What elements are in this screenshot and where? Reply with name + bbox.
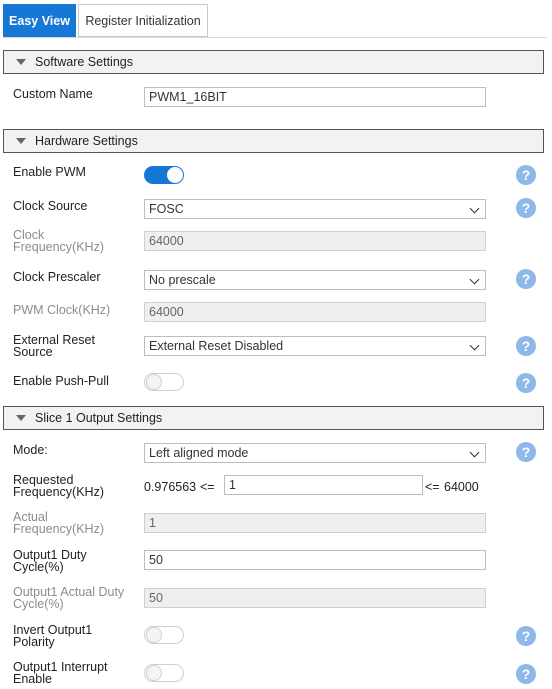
external-reset-select[interactable]: External Reset Disabled	[144, 336, 486, 356]
actual-frequency-label-line2: Frequency(KHz)	[13, 522, 104, 536]
chevron-down-icon	[469, 274, 480, 285]
help-icon[interactable]: ?	[516, 198, 536, 218]
clock-prescaler-select[interactable]: No prescale	[144, 270, 486, 290]
duty-cycle-label-line2: Cycle(%)	[13, 560, 64, 574]
clock-frequency-label-line2: Frequency(KHz)	[13, 240, 104, 254]
requested-frequency-le2: <=	[425, 480, 440, 494]
invert-polarity-toggle[interactable]	[144, 626, 184, 644]
section-title: Slice 1 Output Settings	[35, 411, 163, 425]
chevron-down-icon	[469, 340, 480, 351]
view-tabs: Easy View Register Initialization	[3, 4, 208, 37]
tab-easy-view[interactable]: Easy View	[3, 4, 76, 37]
help-icon[interactable]: ?	[516, 664, 536, 684]
duty-cycle-input[interactable]: 50	[144, 550, 486, 570]
pwm-clock-field: 64000	[144, 302, 486, 322]
actual-duty-label-line2: Cycle(%)	[13, 597, 64, 611]
enable-pwm-toggle[interactable]	[144, 166, 184, 184]
select-value: External Reset Disabled	[149, 339, 284, 353]
mode-label: Mode:	[13, 443, 48, 457]
mode-select[interactable]: Left aligned mode	[144, 443, 486, 463]
hardware-settings-header[interactable]: Hardware Settings	[3, 129, 544, 153]
enable-pwm-label: Enable PWM	[13, 165, 86, 179]
requested-frequency-le1: <=	[200, 480, 215, 494]
help-icon[interactable]: ?	[516, 626, 536, 646]
chevron-down-icon	[469, 447, 480, 458]
custom-name-label: Custom Name	[13, 87, 93, 101]
external-reset-label-line2: Source	[13, 345, 53, 359]
push-pull-toggle[interactable]	[144, 373, 184, 391]
help-icon[interactable]: ?	[516, 336, 536, 356]
triangle-down-icon	[16, 415, 26, 421]
toggle-knob	[146, 374, 162, 390]
clock-source-select[interactable]: FOSC	[144, 199, 486, 219]
invert-polarity-label-line2: Polarity	[13, 635, 55, 649]
actual-duty-field: 50	[144, 588, 486, 608]
pwm-clock-label: PWM Clock(KHz)	[13, 303, 111, 317]
chevron-down-icon	[469, 203, 480, 214]
requested-frequency-label-line2: Frequency(KHz)	[13, 485, 104, 499]
help-icon[interactable]: ?	[516, 373, 536, 393]
push-pull-label: Enable Push-Pull	[13, 374, 109, 388]
slice1-settings-header[interactable]: Slice 1 Output Settings	[3, 406, 544, 430]
actual-frequency-field: 1	[144, 513, 486, 533]
toggle-knob	[146, 665, 162, 681]
select-value: FOSC	[149, 202, 184, 216]
help-icon[interactable]: ?	[516, 165, 536, 185]
clock-prescaler-label: Clock Prescaler	[13, 270, 101, 284]
help-icon[interactable]: ?	[516, 442, 536, 462]
clock-source-label: Clock Source	[13, 199, 88, 213]
requested-frequency-input[interactable]: 1	[224, 475, 423, 495]
clock-frequency-field: 64000	[144, 231, 486, 251]
select-value: Left aligned mode	[149, 446, 249, 460]
interrupt-enable-toggle[interactable]	[144, 664, 184, 682]
custom-name-input[interactable]: PWM1_16BIT	[144, 87, 486, 107]
toggle-knob	[167, 167, 183, 183]
section-title: Software Settings	[35, 55, 133, 69]
software-settings-header[interactable]: Software Settings	[3, 50, 544, 74]
requested-frequency-min: 0.976563	[144, 480, 197, 494]
triangle-down-icon	[16, 59, 26, 65]
interrupt-enable-label-line2: Enable	[13, 672, 52, 686]
toggle-knob	[146, 627, 162, 643]
tab-divider	[3, 37, 547, 38]
help-icon[interactable]: ?	[516, 269, 536, 289]
section-title: Hardware Settings	[35, 134, 138, 148]
requested-frequency-max: 64000	[444, 480, 479, 494]
tab-register-initialization[interactable]: Register Initialization	[78, 4, 208, 37]
triangle-down-icon	[16, 138, 26, 144]
select-value: No prescale	[149, 273, 216, 287]
